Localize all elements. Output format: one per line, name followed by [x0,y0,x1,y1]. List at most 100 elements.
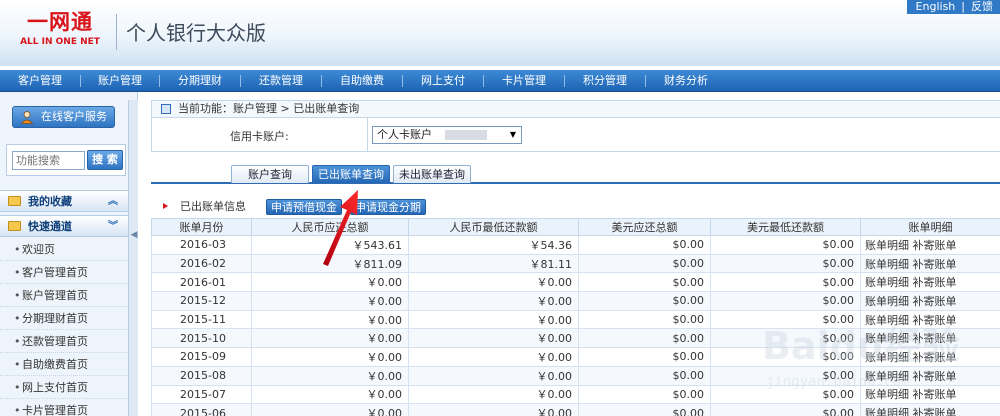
favorites-header[interactable]: 我的收藏 ︽ [0,190,128,212]
site-title: 个人银行大众版 [126,21,266,45]
cell-rmb-total: ￥0.00 [251,328,409,349]
resend-bill-link[interactable]: 补寄账单 [913,388,957,401]
nav-card[interactable]: 卡片管理 [484,70,564,92]
cell-detail: 账单明细 补寄账单 [860,347,1000,367]
table-row: 2016-02 ￥811.09 ￥81.11 $0.00 $0.00 账单明细 补寄账单 [151,253,1000,274]
chevron-up-icon[interactable]: ︽ [108,191,118,213]
cell-usd-min: $0.00 [710,328,861,349]
col-header-usd-min: 美元最低还款额 [710,218,861,236]
bills-table: 账单月份 人民币应还总额 人民币最低还款额 美元应还总额 美元最低还款额 账单明… [151,218,1000,416]
nav-selfpay[interactable]: 自助缴费 [322,70,402,92]
bank-logo[interactable]: 一网通 ALL IN ONE NET [14,10,106,50]
sidebar-item-welcome[interactable]: 欢迎页 [0,238,128,261]
cell-detail: 账单明细 补寄账单 [860,403,1000,416]
cell-rmb-total: ￥0.00 [251,384,409,405]
bill-detail-link[interactable]: 账单明细 [865,258,909,271]
bill-detail-link[interactable]: 账单明细 [865,370,909,383]
top-links: English | 反馈 [906,0,1000,14]
table-row: 2015-10 ￥0.00 ￥0.00 $0.00 $0.00 账单明细 补寄账单 [151,328,1000,349]
bill-detail-link[interactable]: 账单明细 [865,388,909,401]
bill-detail-link[interactable]: 账单明细 [865,407,909,416]
nav-installment[interactable]: 分期理财 [160,70,240,92]
cell-rmb-min: ￥0.00 [408,328,579,349]
english-link[interactable]: English [913,0,959,13]
logo-subtext: ALL IN ONE NET [20,37,100,47]
resend-bill-link[interactable]: 补寄账单 [913,370,957,383]
cell-detail: 账单明细 补寄账单 [860,291,1000,311]
resend-bill-link[interactable]: 补寄账单 [913,258,957,271]
nav-finance[interactable]: 财务分析 [646,70,726,92]
nav-repayment[interactable]: 还款管理 [241,70,321,92]
cell-month: 2015-10 [151,328,252,349]
sidebar-item-repayment[interactable]: 还款管理首页 [0,330,128,353]
bill-detail-link[interactable]: 账单明细 [865,314,909,327]
tab-issued-bills[interactable]: 已出账单查询 [312,165,390,183]
cell-month: 2015-09 [151,347,252,367]
nav-customer[interactable]: 客户管理 [0,70,80,92]
function-search-input[interactable] [12,151,85,170]
header-divider [116,14,117,50]
cell-month: 2016-02 [151,253,252,274]
table-row: 2015-06 ￥0.00 ￥0.00 $0.00 $0.00 账单明细 补寄账单 [151,403,1000,416]
bill-detail-link[interactable]: 账单明细 [865,332,909,345]
nav-points[interactable]: 积分管理 [565,70,645,92]
nav-account[interactable]: 账户管理 [81,70,159,92]
resend-bill-link[interactable]: 补寄账单 [913,295,957,308]
table-row: 2015-11 ￥0.00 ￥0.00 $0.00 $0.00 账单明细 补寄账单 [151,309,1000,330]
logo-text: 一网通 [27,10,93,34]
function-search-box: 搜 索 [6,144,126,176]
cell-usd-total: $0.00 [578,365,711,386]
resend-bill-link[interactable]: 补寄账单 [913,239,957,252]
sidebar-item-installment[interactable]: 分期理财首页 [0,307,128,330]
sidebar-item-online-payment[interactable]: 网上支付首页 [0,376,128,399]
sidebar-item-account[interactable]: 账户管理首页 [0,284,128,307]
chevron-down-icon[interactable]: ︾ [108,216,118,238]
bill-detail-link[interactable]: 账单明细 [865,276,909,289]
cell-usd-total: $0.00 [578,328,711,349]
masked-account-number [445,130,487,140]
sidebar-item-card[interactable]: 卡片管理首页 [0,399,128,416]
resend-bill-link[interactable]: 补寄账单 [913,314,957,327]
bill-detail-link[interactable]: 账单明细 [865,351,909,364]
tab-unissued-bills[interactable]: 未出账单查询 [393,165,471,183]
bill-info-heading: 已出账单信息 [163,198,246,216]
cell-rmb-min: ￥0.00 [408,272,579,293]
nav-online-payment[interactable]: 网上支付 [403,70,483,92]
cell-rmb-min: ￥0.00 [408,347,579,367]
cell-month: 2015-08 [151,365,252,386]
cell-usd-total: $0.00 [578,291,711,311]
bill-detail-link[interactable]: 账单明细 [865,295,909,308]
collapse-arrow-icon[interactable]: ◀ [130,228,138,242]
cell-usd-min: $0.00 [710,272,861,293]
cell-month: 2016-03 [151,235,252,255]
bills-table-body: 2016-03 ￥543.61 ￥54.36 $0.00 $0.00 账单明细 补寄账单 2… [151,235,1000,416]
search-button[interactable]: 搜 索 [87,150,123,170]
main-nav: 客户管理 账户管理 分期理财 还款管理 自助缴费 网上支付 卡片管理 积分管理 … [0,70,1000,92]
feedback-link[interactable]: 反馈 [968,0,996,13]
cell-month: 2015-12 [151,291,252,311]
cell-month: 2015-06 [151,403,252,416]
col-header-usd-total: 美元应还总额 [578,218,711,236]
account-label: 信用卡账户: [230,130,289,143]
credit-card-account-select[interactable]: 个人卡账户 ▼ [372,126,522,144]
sidebar-collapse-bar[interactable]: ◀ [128,100,138,416]
online-service-button[interactable]: 在线客户服务 [12,106,115,128]
bill-detail-link[interactable]: 账单明细 [865,239,909,252]
quick-access-header[interactable]: 快速通道 ︾ [0,215,128,237]
resend-bill-link[interactable]: 补寄账单 [913,351,957,364]
resend-bill-link[interactable]: 补寄账单 [913,276,957,289]
cell-usd-total: $0.00 [578,403,711,416]
table-row: 2015-12 ￥0.00 ￥0.00 $0.00 $0.00 账单明细 补寄账单 [151,291,1000,311]
tab-account-query[interactable]: 账户查询 [231,165,309,183]
sidebar-item-selfpay[interactable]: 自助缴费首页 [0,353,128,376]
dropdown-arrow-icon[interactable]: ▼ [510,127,516,143]
sidebar-item-customer[interactable]: 客户管理首页 [0,261,128,284]
header: 一网通 ALL IN ONE NET 个人银行大众版 English | 反馈 [0,0,1000,66]
account-row-divider [367,118,368,151]
col-header-detail: 账单明细 [860,218,1000,236]
resend-bill-link[interactable]: 补寄账单 [913,332,957,345]
cell-rmb-total: ￥0.00 [251,291,409,311]
resend-bill-link[interactable]: 补寄账单 [913,407,957,416]
folder-icon [8,196,21,206]
cell-usd-min: $0.00 [710,253,861,274]
